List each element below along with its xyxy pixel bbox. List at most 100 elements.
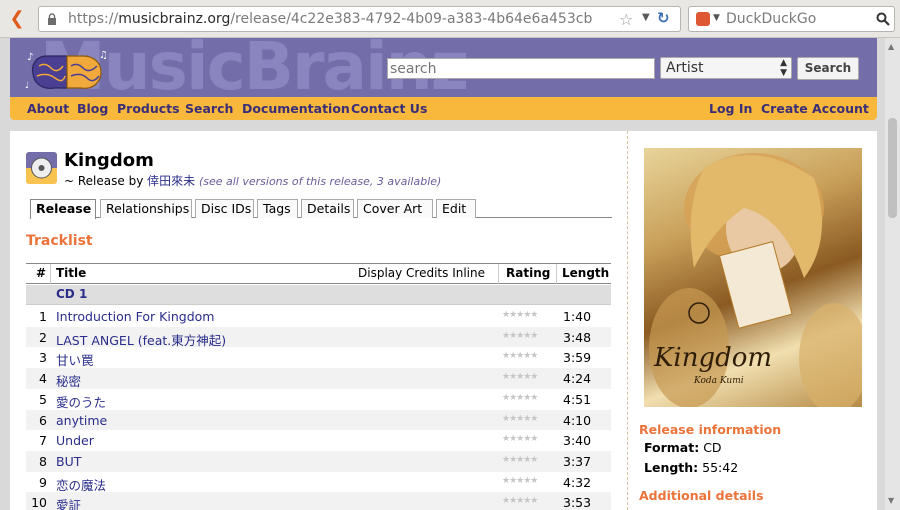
tab-tags[interactable]: Tags [257,199,298,218]
track-title-link[interactable]: anytime [56,413,107,428]
main-nav: About Blog Products Search Documentation… [10,97,877,120]
length-row: Length: 55:42 [644,460,738,475]
rating-stars[interactable]: ★★★★★ [502,331,538,341]
track-number: 2 [39,329,47,345]
search-icon[interactable] [876,12,890,26]
nav-documentation[interactable]: Documentation [242,101,350,116]
history-dropdown-icon[interactable]: ▼ [642,12,650,23]
col-length: Length [562,266,610,280]
track-title-link[interactable]: 愛証 [56,495,81,510]
search-engine-dropdown-icon[interactable]: ▼ [713,13,720,23]
versions-link[interactable]: (see all versions of this release, 3 ava… [199,175,441,188]
track-length: 3:59 [563,350,592,366]
page-scrollbar[interactable]: ▲ ▼ [885,38,900,510]
track-title-link[interactable]: LAST ANGEL (feat.東方神起) [56,330,226,349]
browser-toolbar: ❮ https://musicbrainz.org/release/4c22e3… [0,0,900,38]
track-title-link[interactable]: 甘い罠 [56,350,94,369]
track-title-link[interactable]: Introduction For Kingdom [56,309,214,324]
length-value: 55:42 [702,460,739,475]
release-information-heading: Release information [639,422,782,437]
table-row: 5 愛のうた ★★★★★ 4:51 [26,389,611,410]
track-number: 9 [39,474,47,490]
scroll-down-icon[interactable]: ▼ [888,496,894,505]
artist-link[interactable]: 倖田來未 [147,174,195,188]
reload-icon[interactable]: ↻ [657,9,670,27]
tab-release[interactable]: Release [30,199,96,219]
nav-blog[interactable]: Blog [77,101,108,116]
browser-search-bar[interactable]: ▼ DuckDuckGo [688,6,895,32]
scroll-up-icon[interactable]: ▲ [888,42,894,51]
track-title-link[interactable]: 秘密 [56,371,81,390]
col-title: Title [56,266,87,280]
page-title: Kingdom [64,150,154,171]
tab-disc-ids[interactable]: Disc IDs [195,199,254,218]
search-button[interactable]: Search [797,57,859,80]
track-title-link[interactable]: BUT [56,454,81,469]
format-label: Format: [644,440,700,455]
table-row: 9 恋の魔法 ★★★★★ 4:32 [26,472,611,493]
duckduckgo-icon[interactable] [696,12,710,26]
table-row: 1 Introduction For Kingdom ★★★★★ 1:40 [26,306,611,327]
track-length: 4:51 [563,391,592,407]
bookmark-star-icon[interactable]: ☆ [619,10,633,29]
column-separator [50,264,51,284]
table-row: 8 BUT ★★★★★ 3:37 [26,450,611,472]
column-separator [556,264,557,284]
table-row: 10 愛証 ★★★★★ 3:53 [26,492,611,510]
tab-relationships[interactable]: Relationships [100,199,192,218]
page-content: Kingdom ~ Release by 倖田來未 (see all versi… [10,131,877,510]
nav-contact-us[interactable]: Contact Us [351,101,427,116]
disc-label[interactable]: CD 1 [56,287,87,301]
rating-stars[interactable]: ★★★★★ [502,310,538,320]
scroll-thumb[interactable] [888,118,897,218]
additional-details-heading: Additional details [639,488,764,503]
track-number: 7 [39,433,47,449]
tab-details[interactable]: Details [301,199,354,218]
track-number: 10 [31,495,47,510]
svg-text:♫: ♫ [99,50,108,61]
search-type-value: Artist [666,60,704,76]
col-rating: Rating [506,266,551,280]
nav-search[interactable]: Search [185,101,233,116]
format-value: CD [703,440,722,455]
track-title-link[interactable]: Under [56,433,94,448]
rating-stars[interactable]: ★★★★★ [502,455,538,465]
table-row: 3 甘い罠 ★★★★★ 3:59 [26,347,611,368]
nav-log-in[interactable]: Log In [709,101,752,116]
track-length: 3:53 [563,495,592,510]
table-header: # Title Display Credits Inline Rating Le… [26,263,611,284]
back-button[interactable]: ❮ [6,8,28,30]
rating-stars[interactable]: ★★★★★ [502,393,538,403]
track-number: 5 [39,391,47,407]
address-bar[interactable]: https://musicbrainz.org/release/4c22e383… [38,6,681,32]
rating-stars[interactable]: ★★★★★ [502,372,538,382]
rating-stars[interactable]: ★★★★★ [502,476,538,486]
track-title-link[interactable]: 恋の魔法 [56,475,106,494]
nav-about[interactable]: About [27,101,69,116]
rating-stars[interactable]: ★★★★★ [502,496,538,506]
table-row: 7 Under ★★★★★ 3:40 [26,430,611,451]
tab-cover-art[interactable]: Cover Art [357,199,433,218]
display-credits-inline-link[interactable]: Display Credits Inline [358,266,485,280]
tab-edit[interactable]: Edit [436,199,476,218]
cover-art-image[interactable]: Kingdom Koda Kumi [644,148,862,407]
lock-icon [48,13,56,25]
search-type-select[interactable]: Artist ▲ ▼ [660,57,792,79]
rating-stars[interactable]: ★★★★★ [502,351,538,361]
track-length: 3:37 [563,453,592,469]
track-length: 4:10 [563,412,592,428]
spinner-arrows-icon: ▲ ▼ [780,58,787,78]
rating-stars[interactable]: ★★★★★ [502,414,538,424]
table-row: 2 LAST ANGEL (feat.東方神起) ★★★★★ 3:48 [26,326,611,349]
musicbrainz-logo-icon[interactable]: ♪ ♫ ♩ [25,48,109,94]
search-input[interactable] [387,58,655,79]
track-length: 3:48 [563,329,592,345]
release-disc-icon [26,152,57,184]
track-length: 4:32 [563,474,592,490]
track-title-link[interactable]: 愛のうた [56,392,106,411]
nav-create-account[interactable]: Create Account [761,101,869,116]
rating-stars[interactable]: ★★★★★ [502,434,538,444]
column-separator [498,264,499,284]
nav-products[interactable]: Products [117,101,180,116]
url-text: https://musicbrainz.org/release/4c22e383… [68,11,593,27]
